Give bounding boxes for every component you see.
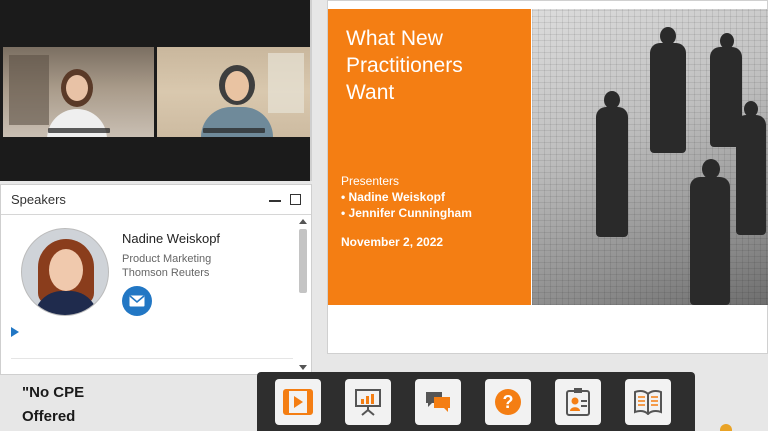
slides-icon bbox=[355, 388, 381, 416]
resources-book-icon bbox=[634, 389, 662, 415]
presentation-slide: What New Practitioners Want Presenters •… bbox=[327, 0, 768, 354]
scroll-thumb[interactable] bbox=[299, 229, 307, 293]
email-speaker-button[interactable] bbox=[122, 286, 152, 316]
slide-title-panel: What New Practitioners Want Presenters •… bbox=[328, 9, 531, 305]
speakers-scrollbar[interactable] bbox=[297, 217, 309, 372]
scroll-up-icon[interactable] bbox=[299, 219, 307, 224]
participant-caption bbox=[47, 128, 110, 133]
question-icon: ? bbox=[495, 388, 521, 415]
no-cpe-line-1: "No CPE bbox=[22, 384, 85, 401]
corner-badge bbox=[720, 424, 732, 431]
video-tile-participant-1 bbox=[3, 47, 154, 137]
speaker-card: Nadine Weiskopf Product Marketing Thomso… bbox=[9, 223, 293, 353]
speakers-panel-header: Speakers bbox=[1, 185, 311, 215]
question-button[interactable]: ? bbox=[485, 378, 531, 425]
maximize-icon[interactable] bbox=[290, 194, 301, 205]
slides-button[interactable] bbox=[345, 378, 391, 425]
expand-arrow-icon[interactable] bbox=[11, 327, 19, 337]
video-tile-participant-2 bbox=[157, 47, 310, 137]
no-cpe-line-2: Offered bbox=[22, 408, 76, 425]
speaker-bio-button[interactable] bbox=[555, 378, 601, 425]
chat-button[interactable] bbox=[415, 378, 461, 425]
avatar bbox=[21, 228, 109, 316]
no-cpe-note: "No CPE Offered bbox=[22, 381, 84, 429]
svg-text:?: ? bbox=[503, 392, 514, 412]
speaker-role: Product Marketing bbox=[122, 253, 212, 265]
media-player-button[interactable] bbox=[275, 378, 321, 425]
speakers-panel-title: Speakers bbox=[11, 192, 66, 207]
video-panel bbox=[0, 0, 312, 181]
chat-icon bbox=[426, 391, 450, 412]
media-toolbar: ? bbox=[257, 372, 695, 431]
speakers-panel: Speakers Nadine Weiskopf Product Marketi… bbox=[0, 184, 312, 375]
presenters-heading: Presenters bbox=[341, 174, 400, 188]
minimize-icon[interactable] bbox=[268, 193, 282, 207]
mail-icon bbox=[129, 295, 145, 307]
media-player-icon bbox=[283, 388, 313, 415]
presenter-item: • Nadine Weiskopf bbox=[341, 190, 445, 204]
scroll-down-icon[interactable] bbox=[299, 365, 307, 370]
speaker-name: Nadine Weiskopf bbox=[122, 231, 221, 246]
participant-caption bbox=[202, 128, 265, 133]
slide-photo-walking-people bbox=[532, 9, 768, 305]
slide-title: What New Practitioners Want bbox=[346, 27, 463, 104]
speaker-card-icon bbox=[566, 387, 590, 416]
presenter-item: • Jennifer Cunningham bbox=[341, 206, 472, 220]
slide-date: November 2, 2022 bbox=[341, 235, 444, 249]
speaker-organization: Thomson Reuters bbox=[122, 267, 210, 279]
resources-button[interactable] bbox=[625, 378, 671, 425]
